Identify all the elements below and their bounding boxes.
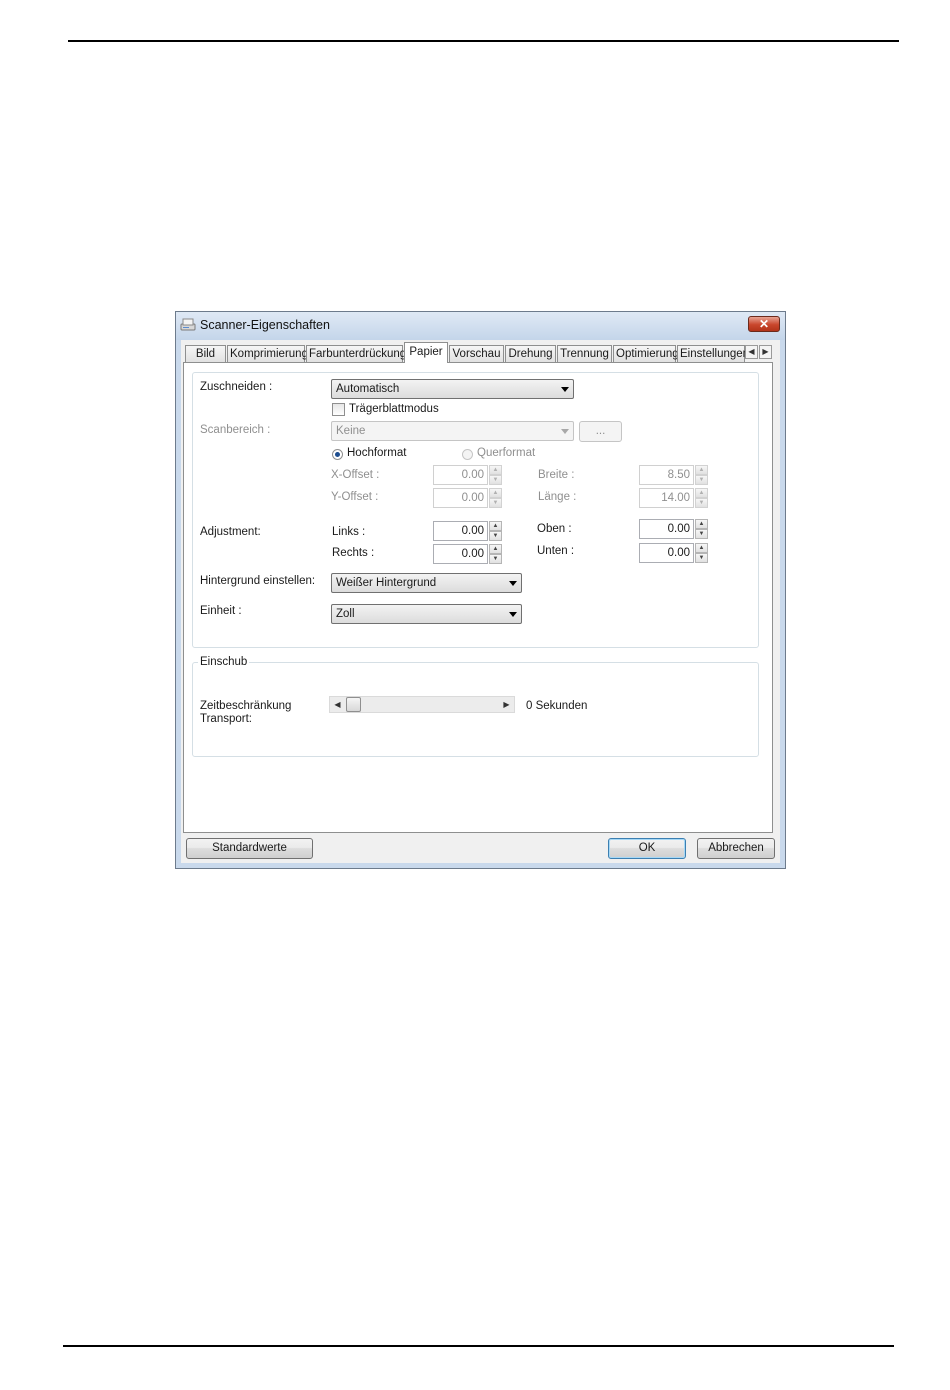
spin-up-icon[interactable]: ▲ [489, 488, 502, 498]
landscape-radio[interactable] [462, 449, 473, 460]
defaults-button[interactable]: Standardwerte [186, 838, 313, 859]
spin-up-icon[interactable]: ▲ [695, 488, 708, 498]
scan-area-select[interactable]: Keine [331, 421, 574, 441]
chevron-down-icon [509, 612, 517, 617]
spin-down-icon[interactable]: ▼ [489, 531, 502, 541]
title-bar: Scanner-Eigenschaften ✕ [176, 312, 785, 340]
close-button[interactable]: ✕ [748, 316, 780, 332]
top-margin-label: Oben : [537, 523, 572, 535]
portrait-label: Hochformat [347, 447, 407, 459]
spin-down-icon[interactable]: ▼ [695, 553, 708, 563]
tab-vorschau[interactable]: Vorschau [449, 345, 504, 362]
scan-area-browse-button[interactable]: ... [579, 421, 622, 442]
adjustment-label: Adjustment: [200, 526, 261, 538]
x-offset-spinner[interactable]: ▲ ▼ [489, 465, 502, 485]
left-margin-label: Links : [332, 526, 366, 538]
spin-up-icon[interactable]: ▲ [489, 521, 502, 531]
length-label: Länge : [538, 491, 577, 503]
spin-up-icon[interactable]: ▲ [695, 519, 708, 529]
spin-up-icon[interactable]: ▲ [489, 465, 502, 475]
window-title: Scanner-Eigenschaften [200, 318, 330, 332]
unit-select-value: Zoll [336, 608, 355, 620]
dialog-client-area: Bild Komprimierung Farbunterdrückung Pap… [181, 340, 780, 863]
carrier-sheet-label: Trägerblattmodus [349, 403, 439, 415]
background-label: Hintergrund einstellen: [200, 575, 316, 587]
scanner-icon [180, 318, 196, 331]
spin-up-icon[interactable]: ▲ [489, 544, 502, 554]
crop-select[interactable]: Automatisch [331, 379, 574, 399]
carrier-sheet-checkbox[interactable] [332, 403, 345, 416]
spin-up-icon[interactable]: ▲ [695, 465, 708, 475]
y-offset-input[interactable]: 0.00 [433, 488, 488, 508]
x-offset-label: X-Offset : [331, 469, 380, 481]
right-margin-label: Rechts : [332, 547, 375, 559]
spin-up-icon[interactable]: ▲ [695, 543, 708, 553]
crop-label: Zuschneiden : [200, 381, 273, 393]
bottom-margin-label: Unten : [537, 545, 575, 557]
spin-down-icon[interactable]: ▼ [489, 475, 502, 485]
width-input[interactable]: 8.50 [639, 465, 694, 485]
unit-select[interactable]: Zoll [331, 604, 522, 624]
scanner-properties-dialog: Scanner-Eigenschaften ✕ Bild Komprimieru… [175, 311, 786, 869]
spin-down-icon[interactable]: ▼ [489, 498, 502, 508]
chevron-down-icon [509, 581, 517, 586]
y-offset-label: Y-Offset : [331, 491, 379, 503]
left-margin-input[interactable]: 0.00 [433, 521, 488, 541]
cancel-button[interactable]: Abbrechen [697, 838, 775, 859]
unit-label: Einheit : [200, 605, 242, 617]
tab-bild[interactable]: Bild [185, 345, 226, 362]
timeout-label-line2: Transport: [200, 713, 252, 725]
footer-rule [63, 1345, 894, 1347]
tab-papier[interactable]: Papier [404, 342, 448, 363]
spin-down-icon[interactable]: ▼ [695, 498, 708, 508]
portrait-radio[interactable] [332, 449, 343, 460]
tab-scroll-right-button[interactable]: ▶ [759, 345, 772, 359]
scan-area-select-value: Keine [336, 425, 366, 437]
background-select[interactable]: Weißer Hintergrund [331, 573, 522, 593]
tab-einstellungen[interactable]: Einstellungen [677, 345, 749, 362]
spin-down-icon[interactable]: ▼ [489, 554, 502, 564]
chevron-right-icon[interactable]: ▶ [500, 698, 513, 711]
y-offset-spinner[interactable]: ▲ ▼ [489, 488, 502, 508]
bottom-margin-spinner[interactable]: ▲ ▼ [695, 543, 708, 563]
bottom-margin-input[interactable]: 0.00 [639, 543, 694, 563]
chevron-down-icon [561, 429, 569, 434]
tab-scroll-left-button[interactable]: ◀ [745, 345, 758, 359]
crop-select-value: Automatisch [336, 383, 400, 395]
tab-drehung[interactable]: Drehung [505, 345, 556, 362]
left-margin-spinner[interactable]: ▲ ▼ [489, 521, 502, 541]
right-margin-input[interactable]: 0.00 [433, 544, 488, 564]
right-margin-spinner[interactable]: ▲ ▼ [489, 544, 502, 564]
timeout-slider-thumb[interactable] [346, 697, 361, 712]
scan-area-label: Scanbereich : [200, 424, 271, 436]
chevron-down-icon [561, 387, 569, 392]
ok-button[interactable]: OK [608, 838, 686, 859]
spin-down-icon[interactable]: ▼ [695, 529, 708, 539]
tab-optimierung[interactable]: Optimierung [613, 345, 679, 362]
spin-down-icon[interactable]: ▼ [695, 475, 708, 485]
tab-farbunterdrueckung[interactable]: Farbunterdrückung [306, 345, 406, 362]
header-rule [68, 40, 899, 42]
background-select-value: Weißer Hintergrund [336, 577, 437, 589]
length-input[interactable]: 14.00 [639, 488, 694, 508]
length-spinner[interactable]: ▲ ▼ [695, 488, 708, 508]
width-label: Breite : [538, 469, 575, 481]
chevron-left-icon[interactable]: ◀ [331, 698, 344, 711]
tab-trennung[interactable]: Trennung [557, 345, 612, 362]
timeout-value: 0 Sekunden [526, 700, 588, 712]
tab-panel-papier: Zuschneiden : Automatisch Trägerblattmod… [183, 362, 773, 833]
feed-group-label: Einschub [198, 656, 250, 668]
landscape-label: Querformat [477, 447, 536, 459]
width-spinner[interactable]: ▲ ▼ [695, 465, 708, 485]
timeout-slider[interactable]: ◀ ▶ [329, 696, 515, 713]
timeout-label-line1: Zeitbeschränkung [200, 700, 292, 712]
top-margin-spinner[interactable]: ▲ ▼ [695, 519, 708, 539]
top-margin-input[interactable]: 0.00 [639, 519, 694, 539]
tab-komprimierung[interactable]: Komprimierung [227, 345, 308, 362]
x-offset-input[interactable]: 0.00 [433, 465, 488, 485]
